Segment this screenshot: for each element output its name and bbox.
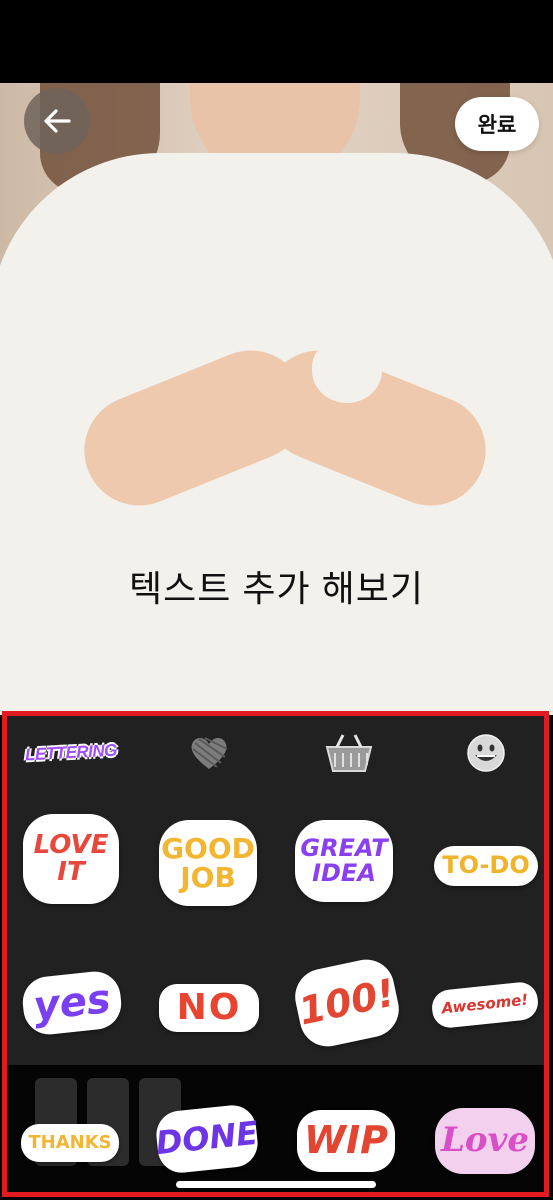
shopping-basket-icon bbox=[325, 734, 373, 772]
home-indicator[interactable] bbox=[176, 1181, 376, 1188]
heart-gesture-shape bbox=[312, 338, 382, 403]
sticker-good-job[interactable]: GOOD JOB bbox=[159, 820, 257, 906]
grinning-face-icon bbox=[467, 734, 505, 772]
tab-lettering[interactable]: LETTERING bbox=[20, 727, 122, 778]
sticker-category-tabs: LETTERING bbox=[7, 716, 544, 794]
sticker-done[interactable]: DONE bbox=[154, 1102, 260, 1176]
scribble-heart-icon bbox=[191, 737, 228, 769]
photo-canvas[interactable] bbox=[0, 83, 553, 715]
sticker-awesome[interactable]: Awesome! bbox=[430, 980, 540, 1030]
status-bar-area bbox=[0, 0, 553, 83]
sticker-yes[interactable]: yes bbox=[20, 969, 124, 1037]
tab-basket[interactable] bbox=[317, 730, 381, 776]
sticker-panel: LETTERING LOVE IT GOOD JOB GREAT IDEA TO… bbox=[2, 711, 549, 1197]
done-button[interactable]: 완료 bbox=[455, 97, 539, 151]
sticker-100[interactable]: 100! bbox=[289, 954, 405, 1052]
tab-emoji[interactable] bbox=[461, 730, 511, 776]
sticker-love[interactable]: Love bbox=[435, 1108, 535, 1174]
sticker-love-it[interactable]: LOVE IT bbox=[23, 814, 119, 904]
sticker-no[interactable]: NO bbox=[159, 984, 259, 1032]
sticker-to-do[interactable]: TO-DO bbox=[434, 846, 538, 886]
text-overlay-caption[interactable]: 텍스트 추가 해보기 bbox=[0, 560, 553, 612]
sticker-great-idea[interactable]: GREAT IDEA bbox=[295, 820, 393, 902]
arrow-left-icon bbox=[44, 109, 71, 133]
back-button[interactable] bbox=[24, 88, 90, 154]
tab-scribble-heart[interactable] bbox=[179, 730, 239, 776]
sticker-thanks[interactable]: THANKS bbox=[21, 1124, 119, 1162]
sticker-wip[interactable]: WIP bbox=[297, 1110, 395, 1172]
